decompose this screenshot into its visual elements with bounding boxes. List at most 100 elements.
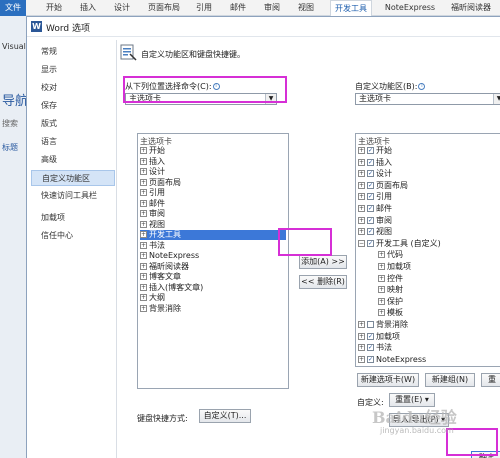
- nav-search[interactable]: 搜索: [2, 118, 18, 129]
- choose-from-dropdown[interactable]: 主选项卡 ▼: [125, 93, 277, 105]
- commands-list-item[interactable]: + 插入(博客文章): [140, 283, 286, 293]
- expand-icon[interactable]: +: [140, 241, 147, 249]
- expand-icon[interactable]: +: [358, 216, 365, 224]
- tab-design[interactable]: 设计: [110, 0, 134, 16]
- rename-button[interactable]: 重: [481, 373, 500, 387]
- checkbox-checked[interactable]: ✓: [367, 181, 374, 189]
- expand-icon[interactable]: +: [140, 273, 147, 280]
- nav-proofing[interactable]: 校对: [31, 80, 115, 96]
- remove-button[interactable]: << 删除(R): [299, 275, 347, 289]
- ribbon-tab-item[interactable]: + ✓ 视图: [358, 227, 392, 237]
- new-group-button[interactable]: 新建组(N): [425, 373, 475, 387]
- commands-list-item[interactable]: + 页面布局: [140, 178, 286, 188]
- expand-icon[interactable]: +: [378, 297, 385, 305]
- nav-customize-ribbon[interactable]: 自定义功能区: [31, 170, 115, 186]
- ribbon-group-item[interactable]: + 控件: [378, 274, 403, 284]
- expand-icon[interactable]: +: [378, 309, 385, 317]
- ribbon-tabs-tree[interactable]: 主选项卡 + ✓ 开始 + ✓ 插入 + ✓ 设计 + ✓ 页面布局 + ✓ 引用 + ✓ 邮件 + ✓ 审阅 + ✓ 视图 −…: [355, 133, 500, 367]
- tab-mailings[interactable]: 邮件: [226, 0, 250, 16]
- expand-icon[interactable]: +: [140, 189, 147, 196]
- expand-icon[interactable]: +: [378, 274, 385, 282]
- ribbon-tab-item[interactable]: + ✓ 加载项: [358, 332, 400, 342]
- collapse-icon[interactable]: −: [358, 239, 365, 247]
- commands-list-item[interactable]: + 审阅: [140, 209, 286, 219]
- commands-list-item[interactable]: + 邮件: [140, 199, 286, 209]
- commands-list-item[interactable]: + 开始: [140, 146, 286, 156]
- tab-page-layout[interactable]: 页面布局: [144, 0, 184, 16]
- expand-icon[interactable]: +: [358, 344, 365, 352]
- checkbox-checked[interactable]: ✓: [367, 239, 374, 247]
- ribbon-tab-item[interactable]: + ✓ NoteExpress: [358, 355, 426, 365]
- commands-list-item[interactable]: + 书法: [140, 241, 286, 251]
- ribbon-group-item[interactable]: + 保护: [378, 297, 403, 307]
- nav-advanced[interactable]: 高级: [31, 152, 115, 168]
- new-tab-button[interactable]: 新建选项卡(W): [357, 373, 419, 387]
- expand-icon[interactable]: +: [140, 157, 147, 165]
- expand-icon[interactable]: +: [140, 178, 147, 186]
- checkbox-checked[interactable]: ✓: [367, 355, 374, 363]
- expand-icon[interactable]: +: [358, 355, 365, 363]
- expand-icon[interactable]: +: [140, 304, 147, 312]
- commands-list-item[interactable]: + 博客文章: [140, 272, 286, 282]
- nav-save[interactable]: 保存: [31, 98, 115, 114]
- commands-list-item[interactable]: + NoteExpress: [140, 251, 286, 261]
- expand-icon[interactable]: +: [358, 228, 365, 236]
- tab-references[interactable]: 引用: [192, 0, 216, 16]
- commands-list-item[interactable]: + 福昕阅读器: [140, 262, 286, 272]
- nav-quick-access-toolbar[interactable]: 快速访问工具栏: [31, 188, 115, 204]
- commands-list[interactable]: 主选项卡 + 开始 + 插入 + 设计 + 页面布局 + 引用 + 邮件 + 审阅 + 视图 + 开发工具 + 书法 +…: [137, 133, 289, 389]
- checkbox-checked[interactable]: ✓: [367, 216, 374, 224]
- tab-noteexpress[interactable]: NoteExpress: [382, 0, 438, 16]
- checkbox-checked[interactable]: ✓: [367, 228, 374, 236]
- expand-icon[interactable]: +: [140, 283, 147, 291]
- nav-language[interactable]: 语言: [31, 134, 115, 150]
- commands-list-item[interactable]: + 引用: [140, 188, 286, 198]
- expand-icon[interactable]: +: [140, 294, 147, 301]
- checkbox-checked[interactable]: ✓: [367, 158, 374, 166]
- tab-foxit[interactable]: 福昕阅读器: [446, 0, 496, 16]
- expand-icon[interactable]: +: [140, 262, 147, 270]
- checkbox-unchecked[interactable]: [367, 321, 374, 328]
- ribbon-group-item[interactable]: + 加载项: [378, 262, 411, 272]
- expand-icon[interactable]: +: [358, 158, 365, 166]
- ribbon-tab-item[interactable]: + ✓ 邮件: [358, 204, 392, 214]
- expand-icon[interactable]: +: [140, 210, 147, 217]
- checkbox-checked[interactable]: ✓: [367, 170, 374, 178]
- keyboard-customize-button[interactable]: 自定义(T)...: [199, 409, 251, 423]
- expand-icon[interactable]: +: [358, 147, 365, 154]
- nav-add-ins[interactable]: 加载项: [31, 210, 115, 226]
- commands-list-item[interactable]: + 插入: [140, 157, 286, 167]
- commands-list-item[interactable]: + 开发工具: [140, 230, 286, 240]
- expand-icon[interactable]: +: [358, 332, 365, 340]
- nav-display[interactable]: 显示: [31, 62, 115, 78]
- ribbon-tab-item[interactable]: + ✓ 书法: [358, 343, 392, 353]
- expand-icon[interactable]: +: [140, 220, 147, 228]
- tab-file[interactable]: 文件: [0, 0, 26, 16]
- expand-icon[interactable]: +: [358, 181, 365, 189]
- expand-icon[interactable]: +: [140, 147, 147, 154]
- add-button[interactable]: 添加(A) >>: [299, 255, 347, 269]
- tab-insert[interactable]: 插入: [76, 0, 100, 16]
- expand-icon[interactable]: +: [358, 321, 365, 328]
- expand-icon[interactable]: +: [358, 193, 365, 201]
- ribbon-tab-item[interactable]: + 背景消除: [358, 320, 408, 330]
- commands-list-item[interactable]: + 大纲: [140, 293, 286, 303]
- checkbox-checked[interactable]: ✓: [367, 205, 374, 212]
- customize-ribbon-dropdown[interactable]: 主选项卡 ▼: [355, 93, 500, 105]
- commands-list-item[interactable]: + 视图: [140, 220, 286, 230]
- expand-icon[interactable]: +: [378, 251, 385, 259]
- tab-developer[interactable]: 开发工具: [330, 0, 372, 16]
- tab-view[interactable]: 视图: [294, 0, 318, 16]
- ribbon-group-item[interactable]: + 映射: [378, 285, 403, 295]
- expand-icon[interactable]: +: [140, 252, 147, 259]
- ribbon-tab-item[interactable]: − ✓ 开发工具 (自定义): [358, 239, 441, 249]
- expand-icon[interactable]: +: [378, 286, 385, 294]
- ribbon-group-item[interactable]: + 代码: [378, 250, 403, 260]
- expand-icon[interactable]: +: [358, 170, 365, 178]
- nav-headings[interactable]: 标题: [2, 142, 18, 153]
- checkbox-checked[interactable]: ✓: [367, 193, 374, 201]
- expand-icon[interactable]: +: [378, 263, 385, 270]
- expand-icon[interactable]: +: [140, 168, 147, 175]
- commands-list-item[interactable]: + 设计: [140, 167, 286, 177]
- expand-icon[interactable]: +: [140, 199, 147, 207]
